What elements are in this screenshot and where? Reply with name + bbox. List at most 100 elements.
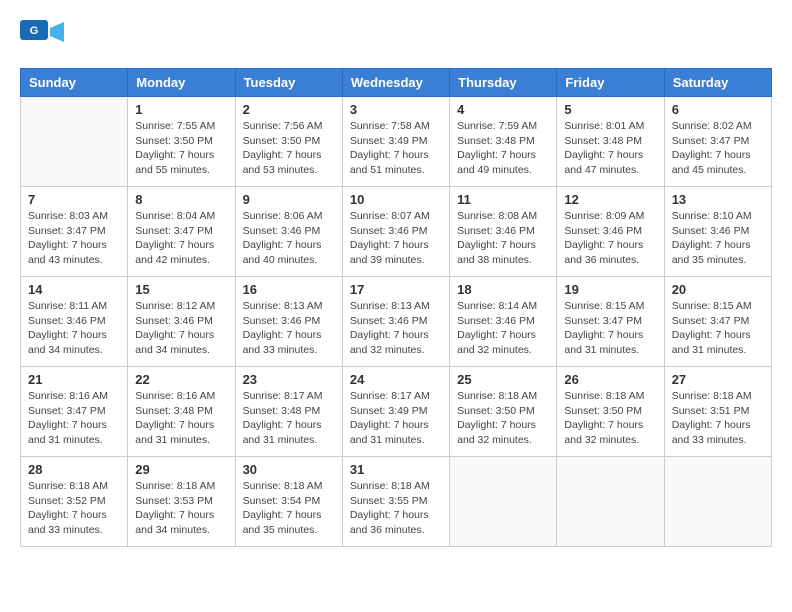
- day-number: 23: [243, 372, 335, 387]
- calendar-cell: 26 Sunrise: 8:18 AMSunset: 3:50 PMDayligh…: [557, 367, 664, 457]
- day-number: 18: [457, 282, 549, 297]
- day-number: 7: [28, 192, 120, 207]
- calendar-cell: 4 Sunrise: 7:59 AMSunset: 3:48 PMDaylight…: [450, 97, 557, 187]
- calendar-cell: 31 Sunrise: 8:18 AMSunset: 3:55 PMDayligh…: [342, 457, 449, 547]
- day-number: 14: [28, 282, 120, 297]
- day-number: 29: [135, 462, 227, 477]
- cell-sun-info: Sunrise: 8:17 AMSunset: 3:49 PMDaylight:…: [350, 389, 442, 448]
- cell-sun-info: Sunrise: 7:58 AMSunset: 3:49 PMDaylight:…: [350, 119, 442, 178]
- cell-sun-info: Sunrise: 8:18 AMSunset: 3:54 PMDaylight:…: [243, 479, 335, 538]
- cell-sun-info: Sunrise: 8:13 AMSunset: 3:46 PMDaylight:…: [243, 299, 335, 358]
- day-number: 24: [350, 372, 442, 387]
- weekday-header: Saturday: [664, 69, 771, 97]
- calendar-header-row: SundayMondayTuesdayWednesdayThursdayFrid…: [21, 69, 772, 97]
- calendar-cell: 7 Sunrise: 8:03 AMSunset: 3:47 PMDaylight…: [21, 187, 128, 277]
- day-number: 27: [672, 372, 764, 387]
- calendar-cell: 11 Sunrise: 8:08 AMSunset: 3:46 PMDayligh…: [450, 187, 557, 277]
- calendar-cell: 10 Sunrise: 8:07 AMSunset: 3:46 PMDayligh…: [342, 187, 449, 277]
- day-number: 19: [564, 282, 656, 297]
- day-number: 17: [350, 282, 442, 297]
- calendar-cell: 15 Sunrise: 8:12 AMSunset: 3:46 PMDayligh…: [128, 277, 235, 367]
- cell-sun-info: Sunrise: 8:18 AMSunset: 3:50 PMDaylight:…: [564, 389, 656, 448]
- cell-sun-info: Sunrise: 8:16 AMSunset: 3:48 PMDaylight:…: [135, 389, 227, 448]
- day-number: 26: [564, 372, 656, 387]
- weekday-header: Sunday: [21, 69, 128, 97]
- cell-sun-info: Sunrise: 8:18 AMSunset: 3:52 PMDaylight:…: [28, 479, 120, 538]
- calendar-table: SundayMondayTuesdayWednesdayThursdayFrid…: [20, 68, 772, 547]
- day-number: 20: [672, 282, 764, 297]
- day-number: 25: [457, 372, 549, 387]
- day-number: 10: [350, 192, 442, 207]
- weekday-header: Tuesday: [235, 69, 342, 97]
- day-number: 6: [672, 102, 764, 117]
- cell-sun-info: Sunrise: 7:59 AMSunset: 3:48 PMDaylight:…: [457, 119, 549, 178]
- calendar-cell: 22 Sunrise: 8:16 AMSunset: 3:48 PMDayligh…: [128, 367, 235, 457]
- day-number: 12: [564, 192, 656, 207]
- cell-sun-info: Sunrise: 8:13 AMSunset: 3:46 PMDaylight:…: [350, 299, 442, 358]
- calendar-cell: [21, 97, 128, 187]
- cell-sun-info: Sunrise: 8:03 AMSunset: 3:47 PMDaylight:…: [28, 209, 120, 268]
- day-number: 9: [243, 192, 335, 207]
- day-number: 16: [243, 282, 335, 297]
- cell-sun-info: Sunrise: 8:04 AMSunset: 3:47 PMDaylight:…: [135, 209, 227, 268]
- cell-sun-info: Sunrise: 8:15 AMSunset: 3:47 PMDaylight:…: [672, 299, 764, 358]
- cell-sun-info: Sunrise: 8:11 AMSunset: 3:46 PMDaylight:…: [28, 299, 120, 358]
- calendar-cell: 17 Sunrise: 8:13 AMSunset: 3:46 PMDayligh…: [342, 277, 449, 367]
- calendar-cell: 18 Sunrise: 8:14 AMSunset: 3:46 PMDayligh…: [450, 277, 557, 367]
- day-number: 1: [135, 102, 227, 117]
- calendar-cell: 6 Sunrise: 8:02 AMSunset: 3:47 PMDaylight…: [664, 97, 771, 187]
- calendar-cell: 23 Sunrise: 8:17 AMSunset: 3:48 PMDayligh…: [235, 367, 342, 457]
- cell-sun-info: Sunrise: 8:08 AMSunset: 3:46 PMDaylight:…: [457, 209, 549, 268]
- cell-sun-info: Sunrise: 8:18 AMSunset: 3:55 PMDaylight:…: [350, 479, 442, 538]
- calendar-cell: 12 Sunrise: 8:09 AMSunset: 3:46 PMDayligh…: [557, 187, 664, 277]
- cell-sun-info: Sunrise: 8:18 AMSunset: 3:53 PMDaylight:…: [135, 479, 227, 538]
- day-number: 13: [672, 192, 764, 207]
- calendar-cell: 14 Sunrise: 8:11 AMSunset: 3:46 PMDayligh…: [21, 277, 128, 367]
- day-number: 5: [564, 102, 656, 117]
- cell-sun-info: Sunrise: 8:07 AMSunset: 3:46 PMDaylight:…: [350, 209, 442, 268]
- weekday-header: Monday: [128, 69, 235, 97]
- cell-sun-info: Sunrise: 7:56 AMSunset: 3:50 PMDaylight:…: [243, 119, 335, 178]
- cell-sun-info: Sunrise: 8:18 AMSunset: 3:51 PMDaylight:…: [672, 389, 764, 448]
- calendar-week-row: 28 Sunrise: 8:18 AMSunset: 3:52 PMDayligh…: [21, 457, 772, 547]
- day-number: 21: [28, 372, 120, 387]
- cell-sun-info: Sunrise: 8:17 AMSunset: 3:48 PMDaylight:…: [243, 389, 335, 448]
- day-number: 11: [457, 192, 549, 207]
- cell-sun-info: Sunrise: 8:02 AMSunset: 3:47 PMDaylight:…: [672, 119, 764, 178]
- cell-sun-info: Sunrise: 7:55 AMSunset: 3:50 PMDaylight:…: [135, 119, 227, 178]
- calendar-cell: 21Sunrise: 8:16 AMSunset: 3:47 PMDayligh…: [21, 367, 128, 457]
- day-number: 2: [243, 102, 335, 117]
- calendar-cell: 28 Sunrise: 8:18 AMSunset: 3:52 PMDayligh…: [21, 457, 128, 547]
- day-number: 4: [457, 102, 549, 117]
- calendar-week-row: 14 Sunrise: 8:11 AMSunset: 3:46 PMDayligh…: [21, 277, 772, 367]
- day-number: 28: [28, 462, 120, 477]
- calendar-cell: 5 Sunrise: 8:01 AMSunset: 3:48 PMDaylight…: [557, 97, 664, 187]
- cell-sun-info: Sunrise: 8:09 AMSunset: 3:46 PMDaylight:…: [564, 209, 656, 268]
- svg-text:G: G: [30, 25, 39, 37]
- weekday-header: Friday: [557, 69, 664, 97]
- calendar-cell: [664, 457, 771, 547]
- calendar-cell: 2 Sunrise: 7:56 AMSunset: 3:50 PMDaylight…: [235, 97, 342, 187]
- cell-sun-info: Sunrise: 8:10 AMSunset: 3:46 PMDaylight:…: [672, 209, 764, 268]
- cell-sun-info: Sunrise: 8:06 AMSunset: 3:46 PMDaylight:…: [243, 209, 335, 268]
- cell-sun-info: Sunrise: 8:12 AMSunset: 3:46 PMDaylight:…: [135, 299, 227, 358]
- day-number: 22: [135, 372, 227, 387]
- calendar-week-row: 1 Sunrise: 7:55 AMSunset: 3:50 PMDaylight…: [21, 97, 772, 187]
- day-number: 31: [350, 462, 442, 477]
- calendar-cell: 13 Sunrise: 8:10 AMSunset: 3:46 PMDayligh…: [664, 187, 771, 277]
- calendar-cell: 24 Sunrise: 8:17 AMSunset: 3:49 PMDayligh…: [342, 367, 449, 457]
- calendar-cell: 29 Sunrise: 8:18 AMSunset: 3:53 PMDayligh…: [128, 457, 235, 547]
- cell-sun-info: Sunrise: 8:01 AMSunset: 3:48 PMDaylight:…: [564, 119, 656, 178]
- calendar-cell: 1 Sunrise: 7:55 AMSunset: 3:50 PMDaylight…: [128, 97, 235, 187]
- cell-sun-info: Sunrise: 8:14 AMSunset: 3:46 PMDaylight:…: [457, 299, 549, 358]
- cell-sun-info: Sunrise: 8:15 AMSunset: 3:47 PMDaylight:…: [564, 299, 656, 358]
- day-number: 3: [350, 102, 442, 117]
- calendar-week-row: 7 Sunrise: 8:03 AMSunset: 3:47 PMDaylight…: [21, 187, 772, 277]
- day-number: 8: [135, 192, 227, 207]
- calendar-cell: 20 Sunrise: 8:15 AMSunset: 3:47 PMDayligh…: [664, 277, 771, 367]
- calendar-cell: 25Sunrise: 8:18 AMSunset: 3:50 PMDayligh…: [450, 367, 557, 457]
- calendar-week-row: 21Sunrise: 8:16 AMSunset: 3:47 PMDayligh…: [21, 367, 772, 457]
- day-number: 15: [135, 282, 227, 297]
- page-header: G: [20, 20, 772, 58]
- calendar-cell: 30Sunrise: 8:18 AMSunset: 3:54 PMDayligh…: [235, 457, 342, 547]
